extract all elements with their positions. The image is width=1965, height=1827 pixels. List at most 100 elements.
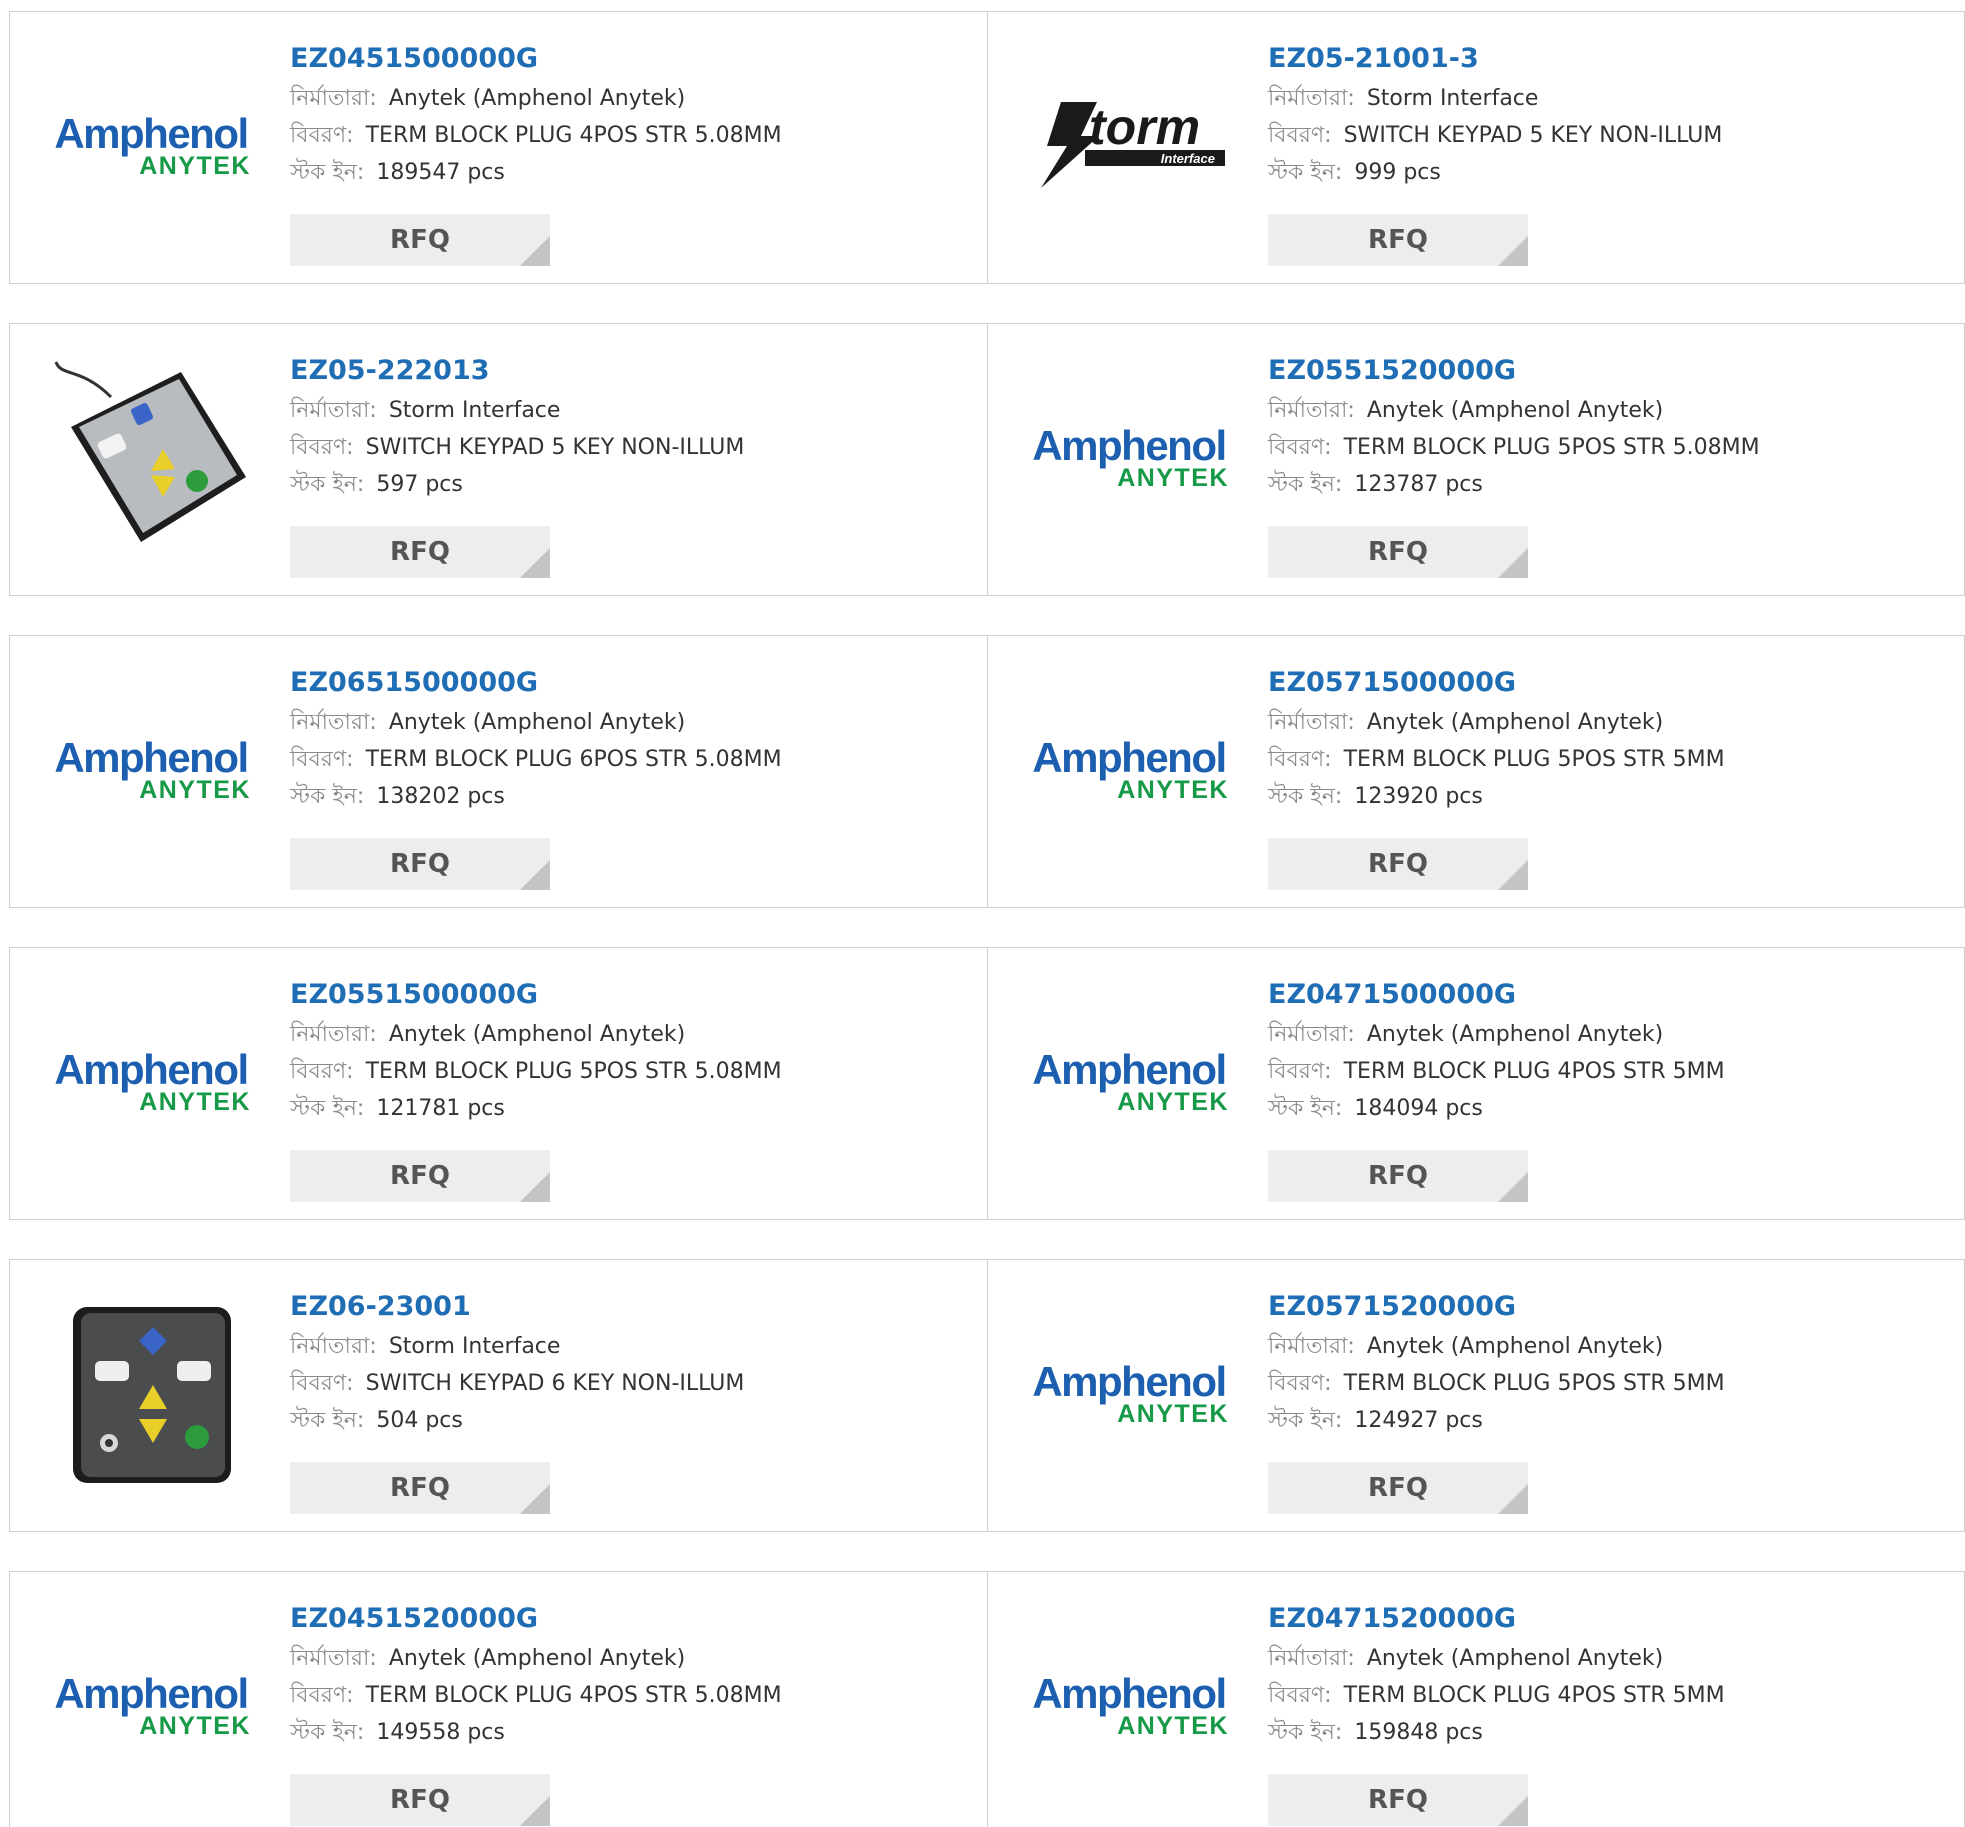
product-card: Amphenol ANYTEK EZ0471500000G নির্মাতারা…	[987, 948, 1964, 1219]
stock-line: স্টক ইন: 123920 pcs	[1268, 778, 1725, 815]
description-line: বিবরণ: TERM BLOCK PLUG 5POS STR 5MM	[1268, 741, 1725, 778]
part-number-link[interactable]: EZ0471500000G	[1268, 978, 1725, 1012]
amphenol-anytek-logo: Amphenol ANYTEK	[54, 110, 249, 180]
description-line: বিবরণ: SWITCH KEYPAD 5 KEY NON-ILLUM	[1268, 117, 1722, 154]
part-number-link[interactable]: EZ0551500000G	[290, 978, 782, 1012]
manufacturer-value: Storm Interface	[388, 1334, 561, 1359]
manufacturer-line: নির্মাতারা: Anytek (Amphenol Anytek)	[1268, 704, 1725, 741]
rfq-corner-decoration	[520, 860, 550, 890]
description-value: SWITCH KEYPAD 5 KEY NON-ILLUM	[1343, 123, 1723, 148]
stock-line: স্টক ইন: 597 pcs	[290, 466, 744, 503]
part-number-link[interactable]: EZ0571520000G	[1268, 1290, 1725, 1324]
description-line: বিবরণ: TERM BLOCK PLUG 5POS STR 5MM	[1268, 1365, 1725, 1402]
stock-value: 149558 pcs	[376, 1720, 505, 1745]
rfq-label: RFQ	[1368, 1161, 1428, 1191]
stock-line: স্টক ইন: 138202 pcs	[290, 778, 782, 815]
product-info: EZ0451500000G নির্মাতারা: Anytek (Ampheno…	[290, 42, 782, 191]
manufacturer-line: নির্মাতারা: Anytek (Amphenol Anytek)	[290, 704, 782, 741]
rfq-label: RFQ	[1368, 1785, 1428, 1815]
rfq-button[interactable]: RFQ	[290, 526, 550, 578]
rfq-button[interactable]: RFQ	[290, 1150, 550, 1202]
svg-text:Amphenol: Amphenol	[1032, 1670, 1225, 1717]
product-image[interactable]: Amphenol ANYTEK	[46, 664, 256, 874]
product-image[interactable]	[46, 352, 256, 562]
description-line: বিবরণ: TERM BLOCK PLUG 4POS STR 5MM	[1268, 1053, 1725, 1090]
stock-value: 189547 pcs	[376, 160, 505, 185]
rfq-button[interactable]: RFQ	[290, 214, 550, 266]
part-number-link[interactable]: EZ05-222013	[290, 354, 744, 388]
description-value: TERM BLOCK PLUG 4POS STR 5.08MM	[365, 1683, 782, 1708]
svg-text:ANYTEK: ANYTEK	[1117, 1400, 1229, 1428]
product-image[interactable]: Amphenol ANYTEK	[1024, 1288, 1234, 1498]
manufacturer-label: নির্মাতারা:	[1268, 1646, 1355, 1671]
stock-value: 138202 pcs	[376, 784, 505, 809]
product-info: EZ0571500000G নির্মাতারা: Anytek (Ampheno…	[1268, 666, 1725, 815]
part-number-link[interactable]: EZ0571500000G	[1268, 666, 1725, 700]
rfq-corner-decoration	[1498, 548, 1528, 578]
product-image[interactable]: torm Interface	[1024, 40, 1234, 250]
description-value: TERM BLOCK PLUG 5POS STR 5MM	[1343, 747, 1725, 772]
svg-text:Amphenol: Amphenol	[1032, 422, 1225, 469]
description-line: বিবরণ: TERM BLOCK PLUG 4POS STR 5.08MM	[290, 1677, 782, 1714]
stock-line: স্টক ইন: 124927 pcs	[1268, 1402, 1725, 1439]
product-image[interactable]: Amphenol ANYTEK	[46, 976, 256, 1186]
amphenol-anytek-logo: Amphenol ANYTEK	[1032, 1358, 1229, 1428]
stock-value: 121781 pcs	[376, 1096, 505, 1121]
description-label: বিবরণ:	[1268, 123, 1332, 148]
product-image[interactable]: Amphenol ANYTEK	[1024, 352, 1234, 562]
stock-value: 504 pcs	[376, 1408, 463, 1433]
part-number-link[interactable]: EZ05-21001-3	[1268, 42, 1722, 76]
product-image[interactable]	[46, 1288, 256, 1498]
part-number-link[interactable]: EZ0451500000G	[290, 42, 782, 76]
manufacturer-label: নির্মাতারা:	[290, 86, 377, 111]
rfq-button[interactable]: RFQ	[1268, 838, 1528, 890]
part-number-link[interactable]: EZ0451520000G	[290, 1602, 782, 1636]
stock-line: স্টক ইন: 999 pcs	[1268, 154, 1722, 191]
rfq-button[interactable]: RFQ	[1268, 1150, 1528, 1202]
product-info: EZ0571520000G নির্মাতারা: Anytek (Ampheno…	[1268, 1290, 1725, 1439]
stock-label: স্টক ইন:	[1268, 784, 1343, 809]
product-image[interactable]: Amphenol ANYTEK	[1024, 1600, 1234, 1810]
rfq-label: RFQ	[390, 1473, 450, 1503]
product-image[interactable]: Amphenol ANYTEK	[1024, 976, 1234, 1186]
stock-line: স্টক ইন: 189547 pcs	[290, 154, 782, 191]
rfq-label: RFQ	[1368, 225, 1428, 255]
svg-text:Amphenol: Amphenol	[1032, 1046, 1225, 1093]
rfq-label: RFQ	[1368, 537, 1428, 567]
svg-text:Interface: Interface	[1161, 151, 1215, 166]
rfq-button[interactable]: RFQ	[290, 838, 550, 890]
product-card: torm Interface EZ05-21001-3 নির্মাতারা: S…	[987, 12, 1964, 283]
rfq-button[interactable]: RFQ	[290, 1462, 550, 1514]
stock-label: স্টক ইন:	[290, 160, 365, 185]
rfq-corner-decoration	[1498, 236, 1528, 266]
part-number-link[interactable]: EZ0551520000G	[1268, 354, 1760, 388]
product-image[interactable]: Amphenol ANYTEK	[46, 1600, 256, 1810]
rfq-button[interactable]: RFQ	[290, 1774, 550, 1826]
rfq-corner-decoration	[520, 1484, 550, 1514]
description-line: বিবরণ: TERM BLOCK PLUG 4POS STR 5.08MM	[290, 117, 782, 154]
stock-value: 159848 pcs	[1354, 1720, 1483, 1745]
stock-label: স্টক ইন:	[1268, 472, 1343, 497]
manufacturer-line: নির্মাতারা: Storm Interface	[290, 1328, 744, 1365]
rfq-button[interactable]: RFQ	[1268, 214, 1528, 266]
rfq-button[interactable]: RFQ	[1268, 1774, 1528, 1826]
rfq-button[interactable]: RFQ	[1268, 1462, 1528, 1514]
product-info: EZ05-222013 নির্মাতারা: Storm Interface ব…	[290, 354, 744, 503]
part-number-link[interactable]: EZ0651500000G	[290, 666, 782, 700]
rfq-label: RFQ	[390, 849, 450, 879]
description-label: বিবরণ:	[290, 1371, 354, 1396]
part-number-link[interactable]: EZ0471520000G	[1268, 1602, 1725, 1636]
stock-value: 124927 pcs	[1354, 1408, 1483, 1433]
product-card: EZ06-23001 নির্মাতারা: Storm Interface বি…	[10, 1260, 987, 1531]
manufacturer-value: Storm Interface	[1366, 86, 1539, 111]
description-label: বিবরণ:	[1268, 1683, 1332, 1708]
manufacturer-line: নির্মাতারা: Anytek (Amphenol Anytek)	[1268, 1328, 1725, 1365]
product-image[interactable]: Amphenol ANYTEK	[46, 40, 256, 250]
part-number-link[interactable]: EZ06-23001	[290, 1290, 744, 1324]
manufacturer-label: নির্মাতারা:	[290, 710, 377, 735]
product-image[interactable]: Amphenol ANYTEK	[1024, 664, 1234, 874]
product-info: EZ0471500000G নির্মাতারা: Anytek (Ampheno…	[1268, 978, 1725, 1127]
svg-text:ANYTEK: ANYTEK	[1117, 776, 1229, 804]
description-value: TERM BLOCK PLUG 4POS STR 5MM	[1343, 1059, 1725, 1084]
rfq-button[interactable]: RFQ	[1268, 526, 1528, 578]
